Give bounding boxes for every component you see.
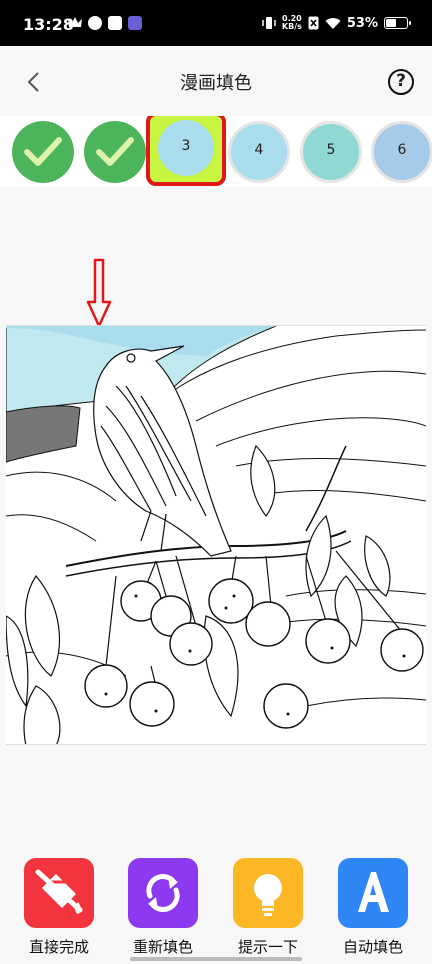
swatch-2-done[interactable] bbox=[84, 121, 146, 183]
recolor-button[interactable]: 重新填色 bbox=[121, 858, 205, 957]
status-time: 13:28 bbox=[23, 15, 74, 34]
tool-label: 提示一下 bbox=[237, 938, 298, 956]
status-bar: 13:28 0.20 KB/s 53% bbox=[0, 0, 432, 46]
coloring-canvas[interactable] bbox=[6, 325, 426, 745]
help-button[interactable]: ? bbox=[388, 69, 414, 95]
swatch-label: 4 bbox=[254, 142, 264, 158]
tool-label: 直接完成 bbox=[28, 938, 89, 956]
swatch-4[interactable]: 4 bbox=[228, 121, 290, 183]
crown-icon bbox=[68, 17, 82, 27]
down-arrow-icon bbox=[86, 258, 112, 328]
app-notification-icon bbox=[88, 16, 102, 30]
paint-bucket-icon bbox=[24, 858, 94, 928]
finish-directly-button[interactable]: 直接完成 bbox=[17, 858, 101, 957]
speed-unit: KB/s bbox=[281, 22, 302, 31]
wifi-icon bbox=[325, 17, 341, 29]
tool-label: 自动填色 bbox=[342, 938, 403, 956]
refresh-icon bbox=[128, 858, 198, 928]
swatch-label: 5 bbox=[326, 142, 336, 158]
sim-icon bbox=[308, 16, 319, 30]
media-notification-icon bbox=[128, 16, 142, 30]
status-right: 0.20 KB/s 53% bbox=[262, 15, 411, 31]
hint-button[interactable]: 提示一下 bbox=[226, 858, 310, 957]
home-indicator[interactable] bbox=[130, 957, 302, 961]
lightbulb-icon bbox=[233, 858, 303, 928]
line-art[interactable] bbox=[6, 326, 426, 745]
swatch-label: 6 bbox=[397, 142, 407, 158]
bottom-toolbar: 直接完成 重新填色 提示一下 自动填色 bbox=[0, 850, 432, 964]
auto-fill-button[interactable]: 自动填色 bbox=[331, 858, 415, 957]
check-icon bbox=[24, 137, 62, 166]
vibrate-icon bbox=[262, 17, 276, 29]
notification-icons bbox=[68, 16, 142, 30]
swatch-6[interactable]: 6 bbox=[371, 121, 432, 183]
network-speed: 0.20 KB/s bbox=[282, 15, 302, 31]
battery-fill bbox=[386, 19, 397, 27]
battery-percent: 53% bbox=[346, 15, 378, 31]
swatch-5[interactable]: 5 bbox=[300, 121, 362, 183]
letter-a-icon bbox=[338, 858, 408, 928]
swatch-1-done[interactable] bbox=[12, 121, 74, 183]
battery-icon bbox=[384, 17, 411, 29]
color-palette: 3 4 5 6 bbox=[0, 116, 432, 186]
swatch-selected[interactable]: 3 bbox=[146, 116, 226, 186]
tool-label: 重新填色 bbox=[132, 938, 193, 956]
app-header: 漫画填色 ? bbox=[0, 46, 432, 116]
check-icon bbox=[96, 137, 134, 166]
page-title: 漫画填色 bbox=[180, 73, 252, 94]
mail-notification-icon bbox=[108, 16, 122, 30]
swatch-label: 3 bbox=[181, 138, 191, 154]
